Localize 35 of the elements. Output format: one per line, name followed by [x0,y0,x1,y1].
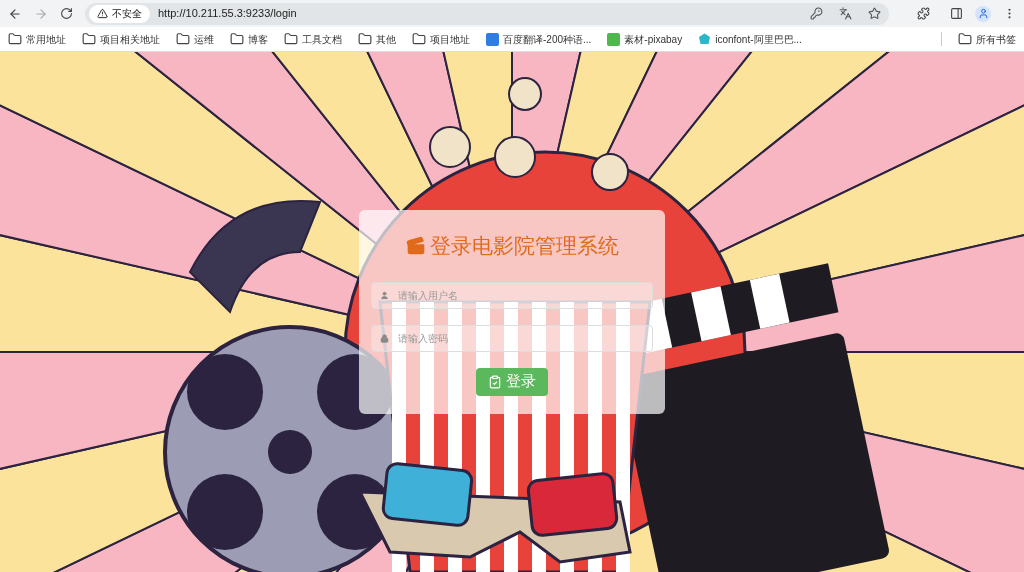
bookmark-link[interactable]: 运维 [194,31,214,47]
bookmark-link[interactable]: 其他 [376,31,396,47]
bookmark-link[interactable]: iconfont-阿里巴巴... [715,31,802,47]
profile-avatar[interactable] [975,5,991,22]
bookmark-link[interactable]: 博客 [248,31,268,47]
login-title: 登录电影院管理系统 [429,233,619,259]
clapperboard-icon [405,235,426,256]
bookmark-link[interactable]: 工具文档 [302,31,342,47]
folder-icon [8,32,22,46]
extensions-icon[interactable] [917,7,930,20]
bookmark-link[interactable]: 项目相关地址 [100,31,160,47]
warning-icon [97,8,108,19]
folder-icon [412,32,426,46]
back-button[interactable] [8,6,22,21]
security-label: 不安全 [112,7,142,21]
address-bar[interactable]: 不安全 http://10.211.55.3:9233/login [85,2,889,25]
bookmark-link[interactable]: 项目地址 [430,31,470,47]
bookmark-link[interactable]: 常用地址 [26,31,66,47]
url-text: http://10.211.55.3:9233/login [158,6,297,22]
reload-button[interactable] [60,7,73,20]
folder-icon [230,32,244,46]
bookmark-link[interactable]: 百度翻译-200种语... [503,31,592,47]
star-icon[interactable] [868,7,881,20]
bookmark-link[interactable]: 素材-pixabay [624,31,683,47]
user-icon [380,290,389,300]
folder-icon [284,32,298,46]
bookmark-link[interactable]: 所有书签 [976,31,1016,47]
lock-icon [380,333,389,343]
folder-icon [82,32,96,46]
clipboard-check-icon [488,374,502,389]
folder-icon [176,32,190,46]
key-icon[interactable] [810,7,823,20]
side-panel-icon[interactable] [950,7,963,20]
folder-icon [358,32,372,46]
folder-icon [958,32,972,46]
